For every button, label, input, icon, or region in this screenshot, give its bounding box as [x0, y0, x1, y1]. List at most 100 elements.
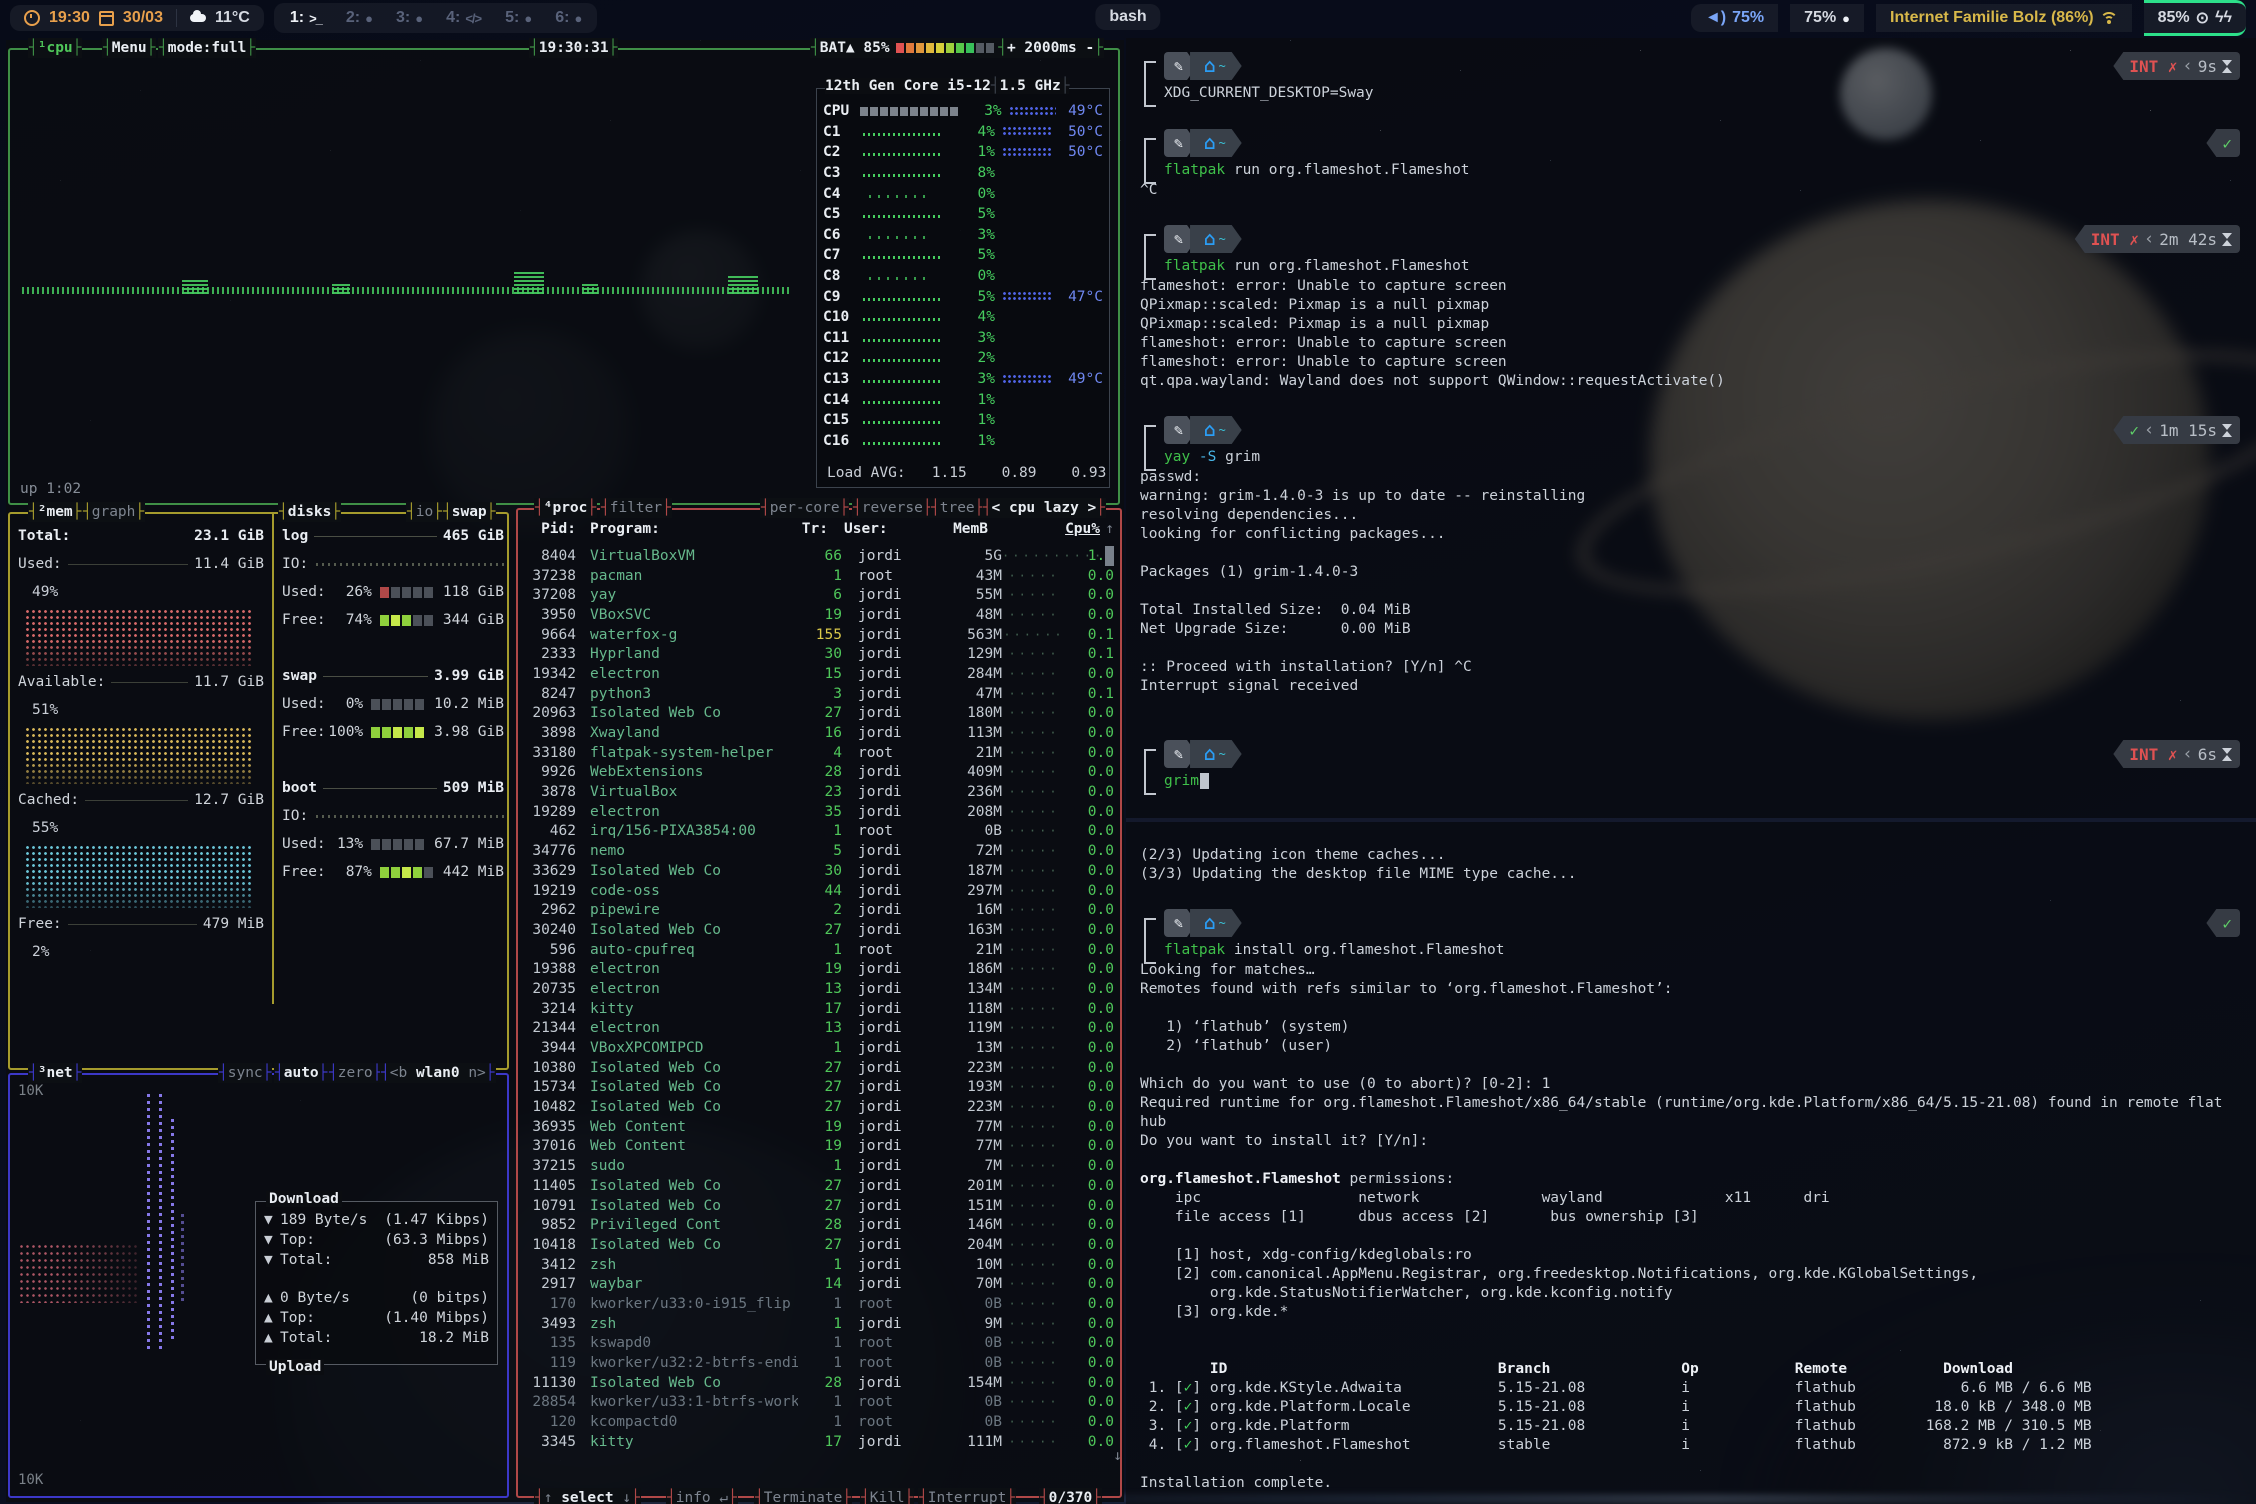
terminal-blank-line	[1140, 999, 2240, 1018]
process-row[interactable]: 8404VirtualBoxVM66jordi5G··········1.7	[526, 546, 1114, 566]
process-row[interactable]: 19219code-oss44jordi297M·····0.0	[526, 881, 1114, 901]
process-row[interactable]: 37208yay6jordi55M·····0.0	[526, 585, 1114, 605]
process-row[interactable]: 37016Web Content19jordi77M·····0.0	[526, 1137, 1114, 1157]
process-row[interactable]: 3944VBoxXPCOMIPCD1jordi13M·····0.0	[526, 1038, 1114, 1058]
sort-column-cpu[interactable]: Cpu%	[1052, 521, 1100, 537]
process-row[interactable]: 36935Web Content19jordi77M·····0.0	[526, 1117, 1114, 1137]
select-control[interactable]: ↑ select ↓	[544, 1490, 631, 1504]
process-row[interactable]: 20735electron13jordi134M·····0.0	[526, 979, 1114, 999]
process-row[interactable]: 33629Isolated Web Co30jordi187M·····0.0	[526, 861, 1114, 881]
terminal-pane-bottom[interactable]: (2/3) Updating icon theme caches...(3/3)…	[1126, 822, 2256, 1504]
process-row[interactable]: 3412zsh1jordi10M·····0.0	[526, 1255, 1114, 1275]
tab-auto[interactable]: auto	[284, 1065, 319, 1081]
process-row[interactable]: 3878VirtualBox23jordi236M·····0.0	[526, 782, 1114, 802]
workspace-3[interactable]: 3:●	[386, 7, 432, 29]
process-row[interactable]: 19388electron19jordi186M·····0.0	[526, 959, 1114, 979]
process-row[interactable]: 119kworker/u32:2-btrfs-endio-1root0B····…	[526, 1353, 1114, 1373]
process-row[interactable]: 11405Isolated Web Co27jordi201M·····0.0	[526, 1176, 1114, 1196]
wifi-module[interactable]: Internet Familie Bolz (86%)	[1876, 4, 2132, 32]
process-row[interactable]: 19342electron15jordi284M·····0.0	[526, 664, 1114, 684]
tab-graph[interactable]: graph	[92, 504, 136, 520]
process-row[interactable]: 34776nemo5jordi72M·····0.0	[526, 841, 1114, 861]
process-row[interactable]: 596auto-cpufreq1root21M·····0.0	[526, 940, 1114, 960]
mem-usage-graph	[26, 728, 254, 784]
tab-swap[interactable]: swap	[452, 504, 487, 520]
filter-button[interactable]: filter	[610, 500, 662, 516]
volume-module[interactable]: ◄) 75%	[1691, 4, 1778, 32]
scroll-up-icon[interactable]: ↑	[1100, 521, 1114, 537]
tab-tree[interactable]: tree	[940, 500, 975, 516]
process-row[interactable]: 19289electron35jordi208M·····0.0	[526, 802, 1114, 822]
interrupt-button[interactable]: Interrupt	[928, 1490, 1007, 1504]
process-row[interactable]: 3345kitty17jordi111M·····0.0	[526, 1432, 1114, 1452]
tab-disks[interactable]: disks	[288, 504, 332, 520]
process-row[interactable]: 2333Hyprland30jordi129M·····0.1	[526, 644, 1114, 664]
process-row[interactable]: 3493zsh1jordi9M·····0.0	[526, 1314, 1114, 1334]
command-line: flatpak run org.flameshot.Flameshot	[1164, 161, 2240, 180]
clock-module[interactable]: 19:30 30/03 11°C	[10, 5, 264, 31]
command-line: flatpak run org.flameshot.Flameshot	[1164, 257, 2240, 276]
workspace-4[interactable]: 4:</>	[436, 7, 491, 29]
process-row[interactable]: 2917waybar14jordi70M·····0.0	[526, 1274, 1114, 1294]
process-row[interactable]: 37238pacman1root43M·····0.0	[526, 566, 1114, 586]
process-row[interactable]: 9852Privileged Cont28jordi146M·····0.0	[526, 1215, 1114, 1235]
process-row[interactable]: 28854kworker/u33:1-btrfs-worker1root0B··…	[526, 1393, 1114, 1413]
prompt-bracket	[1144, 749, 1156, 795]
process-row[interactable]: 135kswapd01root0B·····0.0	[526, 1334, 1114, 1354]
workspace-2[interactable]: 2:●	[336, 7, 382, 29]
tab-sync[interactable]: sync	[228, 1065, 263, 1081]
process-row[interactable]: 9926WebExtensions28jordi409M·····0.0	[526, 763, 1114, 783]
terminal-pane-top[interactable]: ✎⌂~INT ✗‹9sXDG_CURRENT_DESKTOP=Sway✎⌂~✓f…	[1126, 38, 2256, 818]
process-row[interactable]: 8247python33jordi47M·····0.1	[526, 684, 1114, 704]
workspace-1[interactable]: 1:>_	[280, 7, 332, 29]
workspace-6[interactable]: 6:●	[545, 7, 591, 29]
battery-module[interactable]: 85% ⊙ ϟϟ	[2144, 0, 2246, 36]
sort-selector[interactable]: < cpu lazy >	[992, 500, 1097, 516]
scroll-down-icon[interactable]: ↓	[1113, 1448, 1122, 1464]
network-panel: ┤³net├ ┤sync├ ┤auto├ ┤zero├ ┤<b wlan0 n>…	[8, 1073, 509, 1498]
process-row[interactable]: 120kcompactd01root0B·····0.0	[526, 1412, 1114, 1432]
process-row[interactable]: 21344electron13jordi119M·····0.0	[526, 1019, 1114, 1039]
scrollbar-thumb[interactable]	[1105, 546, 1114, 566]
process-row[interactable]: 10791Isolated Web Co27jordi151M·····0.0	[526, 1196, 1114, 1216]
tab-reverse[interactable]: reverse	[862, 500, 923, 516]
brightness-module[interactable]: 75% ●	[1790, 4, 1864, 32]
menu-button[interactable]: Menu	[112, 40, 147, 56]
process-row[interactable]: 3898Xwayland16jordi113M·····0.0	[526, 723, 1114, 743]
mem-entry-label: Free:	[18, 916, 62, 932]
process-row[interactable]: 9664waterfox-g155jordi563M······0.1	[526, 625, 1114, 645]
process-row[interactable]: 10482Isolated Web Co27jordi223M·····0.0	[526, 1097, 1114, 1117]
process-row[interactable]: 3950VBoxSVC19jordi48M·····0.0	[526, 605, 1114, 625]
text-cursor[interactable]	[1200, 773, 1209, 789]
core-name: CPU	[823, 103, 860, 119]
process-row[interactable]: 20963Isolated Web Co27jordi180M·····0.0	[526, 704, 1114, 724]
net-stat-row: ▲Top:(1.40 Mibps)	[256, 1308, 497, 1328]
disk-usage-row: Used:26%118 GiB	[282, 578, 504, 606]
process-row[interactable]: 15734Isolated Web Co27jordi193M·····0.0	[526, 1078, 1114, 1098]
info-button[interactable]: info ↵	[676, 1490, 728, 1504]
interface-switcher[interactable]: <b wlan0 n>	[390, 1065, 486, 1081]
process-row[interactable]: 3214kitty17jordi118M·····0.0	[526, 999, 1114, 1019]
process-row[interactable]: 30240Isolated Web Co27jordi163M·····0.0	[526, 920, 1114, 940]
tab-zero[interactable]: zero	[338, 1065, 373, 1081]
leader-line	[68, 924, 197, 925]
process-row[interactable]: 170kworker/u33:0-i915_flip1root0B·····0.…	[526, 1294, 1114, 1314]
process-row[interactable]: 37215sudo1jordi7M·····0.0	[526, 1156, 1114, 1176]
process-row[interactable]: 10380Isolated Web Co27jordi223M·····0.0	[526, 1058, 1114, 1078]
process-row[interactable]: 2962pipewire2jordi16M·····0.0	[526, 900, 1114, 920]
process-row[interactable]: 11130Isolated Web Co28jordi154M·····0.0	[526, 1373, 1114, 1393]
process-row[interactable]: 33180flatpak-system-helper4root21M·····0…	[526, 743, 1114, 763]
tab-per-core[interactable]: per-core	[770, 500, 840, 516]
core-name: C15	[823, 412, 863, 428]
workspace-5[interactable]: 5:●	[495, 7, 541, 29]
kill-button[interactable]: Kill	[870, 1490, 905, 1504]
focused-window-title[interactable]: bash	[1095, 4, 1160, 30]
process-row[interactable]: 10418Isolated Web Co27jordi204M·····0.0	[526, 1235, 1114, 1255]
refresh-interval-control[interactable]: + 2000ms -	[1007, 40, 1094, 56]
terminate-button[interactable]: Terminate	[764, 1490, 843, 1504]
terminal-output-line: QPixmap::scaled: Pixmap is a null pixmap	[1140, 296, 2240, 315]
tab-io[interactable]: io	[416, 504, 433, 520]
mem-entry-value: 11.4 GiB	[194, 556, 264, 572]
mode-tab[interactable]: mode:full	[168, 40, 247, 56]
process-row[interactable]: 462irq/156-PIXA3854:001root0B·····0.0	[526, 822, 1114, 842]
